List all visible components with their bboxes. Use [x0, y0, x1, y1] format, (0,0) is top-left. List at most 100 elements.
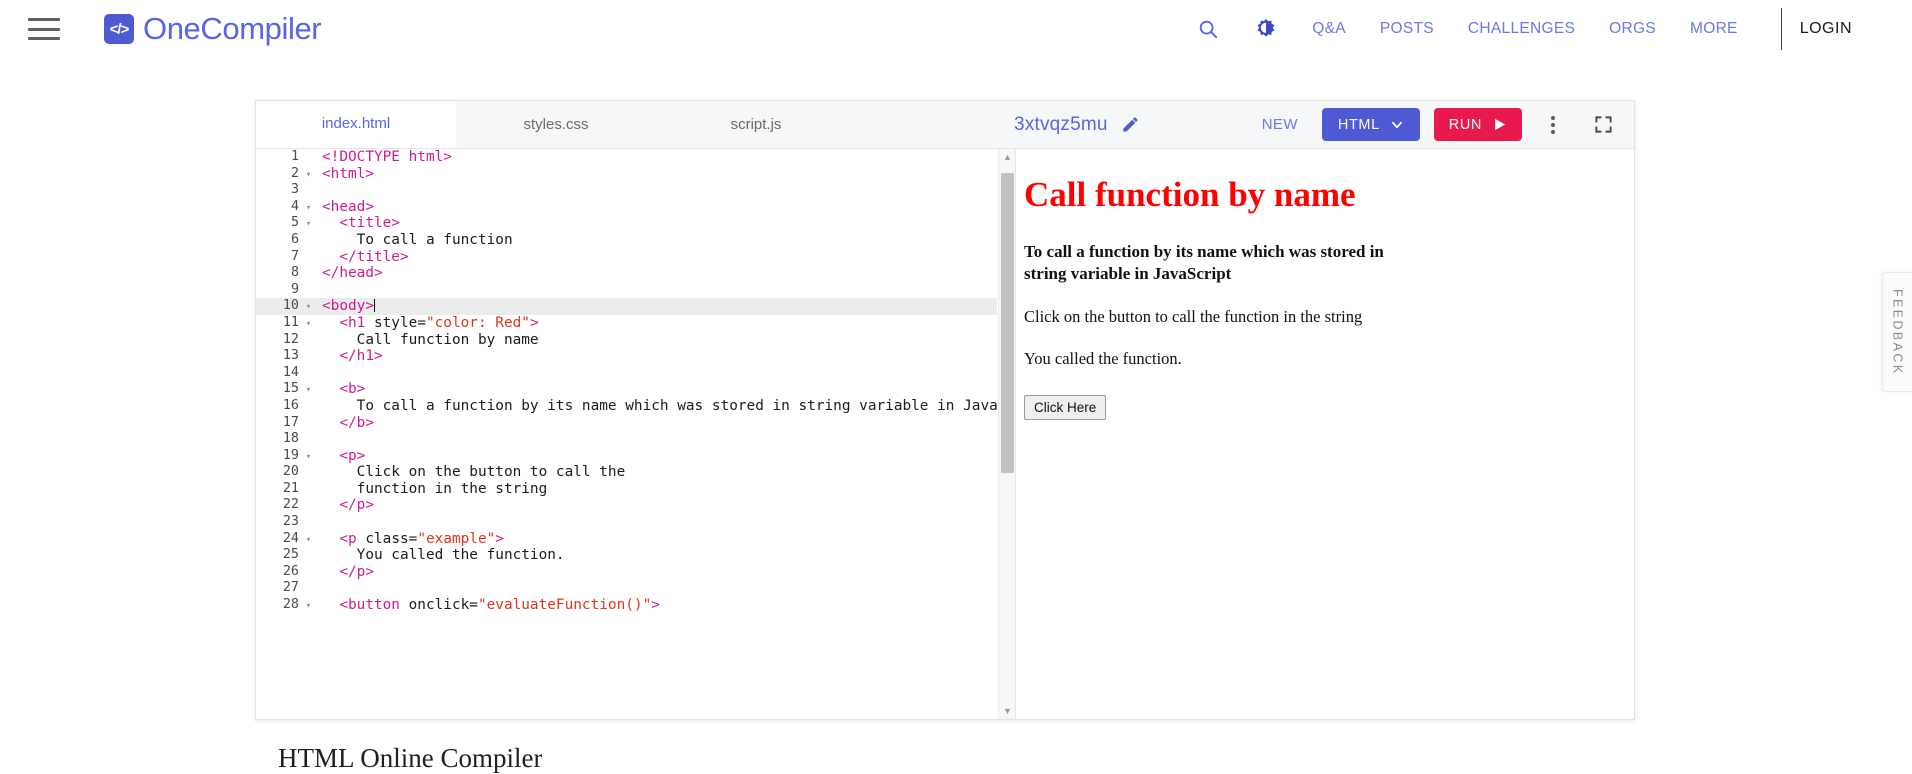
line-number: 10: [282, 298, 299, 314]
line-number: 14: [282, 364, 299, 380]
pencil-icon[interactable]: [1121, 115, 1140, 134]
tab-script-js[interactable]: script.js: [656, 101, 856, 148]
dark-mode-icon[interactable]: [1245, 8, 1287, 50]
code-line[interactable]: 27: [256, 580, 997, 597]
new-button[interactable]: NEW: [1262, 116, 1298, 133]
code-line[interactable]: 21 function in the string: [256, 481, 997, 498]
code-line[interactable]: 2 ▾ <html>: [256, 166, 997, 183]
search-icon[interactable]: [1187, 8, 1229, 50]
code-line[interactable]: 11 ▾ <h1 style="color: Red">: [256, 315, 997, 332]
kebab-dot: [1551, 115, 1555, 120]
code-line[interactable]: 28 ▾ <button onclick="evaluateFunction()"…: [256, 597, 997, 614]
code-line[interactable]: 12 Call function by name: [256, 332, 997, 349]
kebab-menu-icon[interactable]: [1536, 108, 1570, 142]
code-line[interactable]: 6 To call a function: [256, 232, 997, 249]
project-name[interactable]: 3xtvqz5mu: [1014, 114, 1108, 136]
caret-up-icon[interactable]: ▲: [1002, 152, 1013, 162]
code-line[interactable]: 25 You called the function.: [256, 547, 997, 564]
line-number: 2: [290, 165, 299, 181]
hamburger-bar: [28, 18, 60, 21]
code-line[interactable]: 18: [256, 431, 997, 448]
caret-down-icon[interactable]: ▼: [1002, 706, 1013, 716]
line-number: 3: [290, 182, 299, 198]
brand-logo[interactable]: </> OneCompiler: [104, 11, 322, 47]
code-line[interactable]: 9: [256, 282, 997, 299]
code-text: </p>: [315, 564, 374, 581]
code-line[interactable]: 26 </p>: [256, 564, 997, 581]
fold-toggle-icon[interactable]: ▾: [302, 298, 315, 315]
code-line[interactable]: 3: [256, 182, 997, 199]
code-line[interactable]: 19 ▾ <p>: [256, 448, 997, 465]
login-button[interactable]: LOGIN: [1800, 20, 1852, 38]
code-token-text: To call a function: [322, 231, 513, 248]
line-number: 15: [282, 381, 299, 397]
line-number: 13: [282, 348, 299, 364]
project-name-group: 3xtvqz5mu: [1014, 101, 1140, 148]
code-token-tag: >: [651, 597, 660, 614]
code-lines-container[interactable]: 1 <!DOCTYPE html> 2 ▾ <html> 3 4 ▾ <head> 5 ▾ <tit…: [256, 149, 1015, 707]
fullscreen-icon[interactable]: [1586, 108, 1620, 142]
language-selector-button[interactable]: HTML: [1321, 108, 1420, 141]
code-line[interactable]: 5 ▾ <title>: [256, 215, 997, 232]
fold-toggle-icon[interactable]: ▾: [302, 448, 315, 465]
code-line[interactable]: 20 Click on the button to call the: [256, 464, 997, 481]
code-token-tag: <head>: [322, 198, 374, 215]
code-line[interactable]: 16 To call a function by its name which …: [256, 398, 1015, 415]
code-line[interactable]: 1 <!DOCTYPE html>: [256, 149, 997, 166]
nav-link-posts[interactable]: POSTS: [1380, 20, 1434, 38]
run-button[interactable]: RUN: [1433, 108, 1522, 141]
nav-link-qa[interactable]: Q&A: [1312, 20, 1346, 38]
preview-click-here-button[interactable]: Click Here: [1024, 395, 1107, 420]
fold-toggle-icon[interactable]: ▾: [302, 531, 315, 548]
code-line[interactable]: 10 ▾ <body>: [256, 298, 997, 315]
preview-paragraph-2: You called the function.: [1024, 349, 1182, 368]
code-token-tag: >: [529, 314, 539, 331]
nav-link-challenges[interactable]: CHALLENGES: [1468, 20, 1575, 38]
scrollbar-thumb[interactable]: [1001, 173, 1014, 473]
editor-toolbar: index.html styles.css script.js 3xtvqz5m…: [256, 101, 1634, 149]
code-line[interactable]: 14: [256, 365, 997, 382]
code-editor-pane[interactable]: 1 <!DOCTYPE html> 2 ▾ <html> 3 4 ▾ <head> 5 ▾ <tit…: [256, 149, 1016, 719]
code-line[interactable]: 15 ▾ <b>: [256, 381, 997, 398]
chevron-down-icon: [1391, 121, 1402, 128]
code-line[interactable]: 4 ▾ <head>: [256, 199, 997, 216]
feedback-tab[interactable]: FEEDBACK: [1882, 272, 1912, 392]
tab-index-html[interactable]: index.html: [256, 101, 456, 148]
line-number: 7: [290, 248, 299, 264]
code-line[interactable]: 23: [256, 514, 997, 531]
code-line[interactable]: 17 </b>: [256, 415, 997, 432]
tab-styles-css[interactable]: styles.css: [456, 101, 656, 148]
line-number: 18: [282, 431, 299, 447]
code-text: <button onclick="evaluateFunction()">: [315, 597, 660, 614]
fold-toggle-icon[interactable]: ▾: [302, 199, 315, 216]
editor-vertical-scrollbar[interactable]: ▲ ▼: [998, 149, 1015, 719]
fold-toggle-icon[interactable]: ▾: [302, 166, 315, 183]
preview-output-pane: Call function by name To call a function…: [1016, 149, 1634, 719]
language-label: HTML: [1337, 116, 1380, 133]
fold-toggle-icon[interactable]: ▾: [302, 315, 315, 332]
code-line[interactable]: 13 </h1>: [256, 348, 997, 365]
code-line[interactable]: 7 </title>: [256, 249, 997, 266]
code-text: <p class="example">: [315, 531, 504, 548]
nav-link-orgs[interactable]: ORGS: [1609, 20, 1656, 38]
code-text: Call function by name: [315, 332, 539, 349]
code-line[interactable]: 22 </p>: [256, 497, 997, 514]
hamburger-icon[interactable]: [28, 18, 60, 40]
code-line[interactable]: 24 ▾ <p class="example">: [256, 531, 997, 548]
fold-toggle-icon[interactable]: ▾: [302, 215, 315, 232]
hamburger-bar: [28, 37, 60, 40]
code-line[interactable]: 8 </head>: [256, 265, 997, 282]
line-number: 26: [282, 563, 299, 579]
code-text: Click on the button to call the: [315, 464, 626, 481]
fold-toggle-icon[interactable]: ▾: [302, 597, 315, 614]
fold-toggle-icon[interactable]: ▾: [302, 381, 315, 398]
nav-link-more[interactable]: MORE: [1690, 20, 1738, 38]
